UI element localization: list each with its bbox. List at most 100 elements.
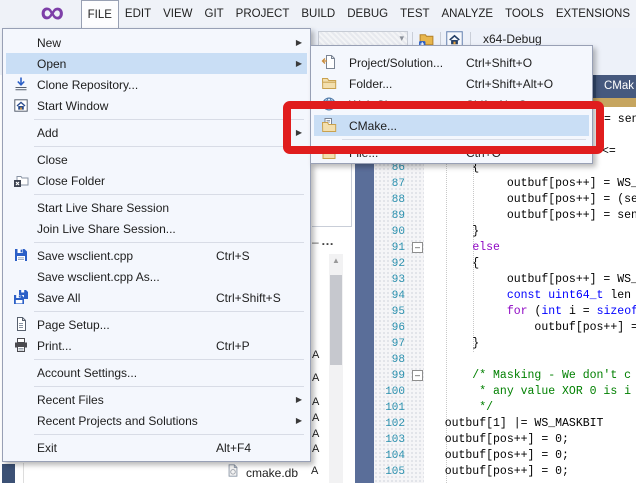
code-text: } (424, 224, 479, 240)
file-menu-item-account-settings[interactable]: Account Settings... (6, 362, 307, 383)
git-status-letter: A (312, 428, 319, 440)
file-menu-item-exit[interactable]: ExitAlt+F4 (6, 437, 307, 458)
configuration-dropdown[interactable]: x64-Debug (483, 32, 542, 46)
menu-bar-items: FILEEDITVIEWGITPROJECTBUILDDEBUGTESTANAL… (81, 0, 636, 28)
line-number: 105 (374, 464, 405, 480)
line-number: 87 (374, 176, 405, 192)
menu-item-label: Open (37, 57, 66, 71)
code-text: outbuf[1] |= WS_MASKBIT (424, 416, 603, 432)
line-number: 98 (374, 352, 405, 368)
menubar-item-test[interactable]: TEST (394, 0, 435, 28)
menu-item-label: Add (37, 126, 58, 140)
file-menu-item-start-live-share-session[interactable]: Start Live Share Session (6, 197, 307, 218)
tree-guide-line (23, 463, 24, 483)
code-text: { (424, 256, 479, 272)
code-line-92: 92 { (355, 256, 636, 272)
menu-item-label: Page Setup... (37, 318, 110, 332)
code-text: */ (424, 400, 493, 416)
code-line-103: 103 outbuf[pos++] = 0; (355, 432, 636, 448)
file-menu-item-open[interactable]: Open▶ (6, 53, 307, 74)
file-menu-item-page-setup[interactable]: Page Setup... (6, 314, 307, 335)
overflow-ellipsis-icon[interactable]: … (321, 233, 335, 248)
code-text: outbuf[pos++] = 0; (424, 432, 569, 448)
line-number: 102 (374, 416, 405, 432)
code-line-94: 94 const uint64_t len = (355, 288, 636, 304)
code-line-88: 88 outbuf[pos++] = (se (355, 192, 636, 208)
code-line-97: 97 } (355, 336, 636, 352)
git-status-letter: A (312, 396, 319, 408)
line-number: 101 (374, 400, 405, 416)
code-text: outbuf[pos++] = WS_ (424, 176, 636, 192)
menubar-item-git[interactable]: GIT (199, 0, 230, 28)
open-submenu-item-folder[interactable]: Folder... Ctrl+Shift+Alt+O (314, 73, 589, 94)
file-menu-item-add[interactable]: Add▶ (6, 122, 307, 143)
save-all-icon (13, 289, 29, 305)
file-menu-item-join-live-share-session[interactable]: Join Live Share Session... (6, 218, 307, 239)
document-tab-strip: CMak (593, 75, 636, 98)
git-status-letter: A (311, 465, 318, 477)
open-submenu-item-project-solution[interactable]: Project/Solution... Ctrl+Shift+O (314, 52, 589, 73)
code-text: const uint64_t len = (424, 288, 636, 304)
pane-border (312, 226, 352, 227)
file-menu-item-new[interactable]: New▶ (6, 32, 307, 53)
menu-item-shortcut: Ctrl+Shift+Alt+O (466, 77, 553, 91)
code-text: for (int i = sizeof (424, 304, 636, 320)
vs-window: ∞ FILEEDITVIEWGITPROJECTBUILDDEBUGTESTAN… (0, 0, 636, 483)
file-menu-item-recent-projects-and-solutions[interactable]: Recent Projects and Solutions▶ (6, 410, 307, 431)
scrollbar-thumb[interactable] (330, 275, 342, 365)
visual-studio-logo-icon: ∞ (32, 1, 73, 27)
code-line-102: 102 outbuf[1] |= WS_MASKBIT (355, 416, 636, 432)
file-menu-item-recent-files[interactable]: Recent Files▶ (6, 389, 307, 410)
menu-item-shortcut: Ctrl+Shift+O (466, 56, 532, 70)
menu-item-label: Folder... (349, 77, 392, 91)
code-text: outbuf[pos++] = (424, 320, 636, 336)
menu-item-label: Account Settings... (37, 366, 137, 380)
menu-item-label: Clone Repository... (37, 78, 138, 92)
clipped-code-fragment: = sen (604, 112, 636, 128)
menu-item-label: Save All (37, 291, 80, 305)
file-menu-item-close[interactable]: Close (6, 149, 307, 170)
menubar-item-debug[interactable]: DEBUG (341, 0, 394, 28)
file-menu-item-close-folder[interactable]: Close Folder (6, 170, 307, 191)
menu-item-shortcut: Ctrl+P (216, 339, 250, 353)
chevron-down-icon: ▾ (399, 33, 404, 44)
code-line-101: 101 */ (355, 400, 636, 416)
line-number: 100 (374, 384, 405, 400)
code-text: outbuf[pos++] = (se (424, 192, 636, 208)
menubar-item-view[interactable]: VIEW (157, 0, 198, 28)
menu-item-label: Save wsclient.cpp (37, 249, 133, 263)
menubar-item-build[interactable]: BUILD (295, 0, 341, 28)
file-menu-item-clone-repository[interactable]: Clone Repository... (6, 74, 307, 95)
file-menu-item-start-window[interactable]: Start Window (6, 95, 307, 116)
menubar-item-tools[interactable]: TOOLS (499, 0, 550, 28)
code-text: outbuf[pos++] = sen (424, 208, 636, 224)
submenu-arrow-icon: ▶ (296, 38, 302, 47)
file-menu-item-print[interactable]: Print...Ctrl+P (6, 335, 307, 356)
file-menu-item-save-wsclient-cpp-as[interactable]: Save wsclient.cpp As... (6, 266, 307, 287)
line-number: 92 (374, 256, 405, 272)
menubar-item-analyze[interactable]: ANALYZE (436, 0, 500, 28)
solution-explorer-scrollbar[interactable]: ▲ (329, 254, 343, 483)
submenu-arrow-icon: ▶ (296, 395, 302, 404)
code-line-100: 100 * any value XOR 0 is i (355, 384, 636, 400)
menubar-item-extensions[interactable]: EXTENSIONS (550, 0, 636, 28)
code-line-90: 90 } (355, 224, 636, 240)
save-icon (13, 247, 29, 263)
menu-item-label: Project/Solution... (349, 56, 443, 70)
collapse-dash: – (312, 235, 319, 249)
tree-item-cmake-db[interactable]: cmake.db (226, 463, 298, 483)
file-menu-item-save-all[interactable]: Save AllCtrl+Shift+S (6, 287, 307, 308)
scroll-up-arrow-icon[interactable]: ▲ (332, 256, 340, 265)
file-menu-item-save-wsclient-cpp[interactable]: Save wsclient.cppCtrl+S (6, 245, 307, 266)
menu-item-shortcut: Alt+F4 (216, 441, 251, 455)
menubar-item-project[interactable]: PROJECT (230, 0, 296, 28)
menubar-item-edit[interactable]: EDIT (119, 0, 157, 28)
line-number: 93 (374, 272, 405, 288)
menu-item-label: Close (37, 153, 68, 167)
tab-cmake-file[interactable]: CMak (596, 75, 636, 98)
menu-item-label: Start Window (37, 99, 108, 113)
print-icon (13, 337, 29, 353)
menu-item-label: Close Folder (37, 174, 105, 188)
menubar-item-file[interactable]: FILE (81, 0, 119, 28)
code-line-95: 95 for (int i = sizeof (355, 304, 636, 320)
